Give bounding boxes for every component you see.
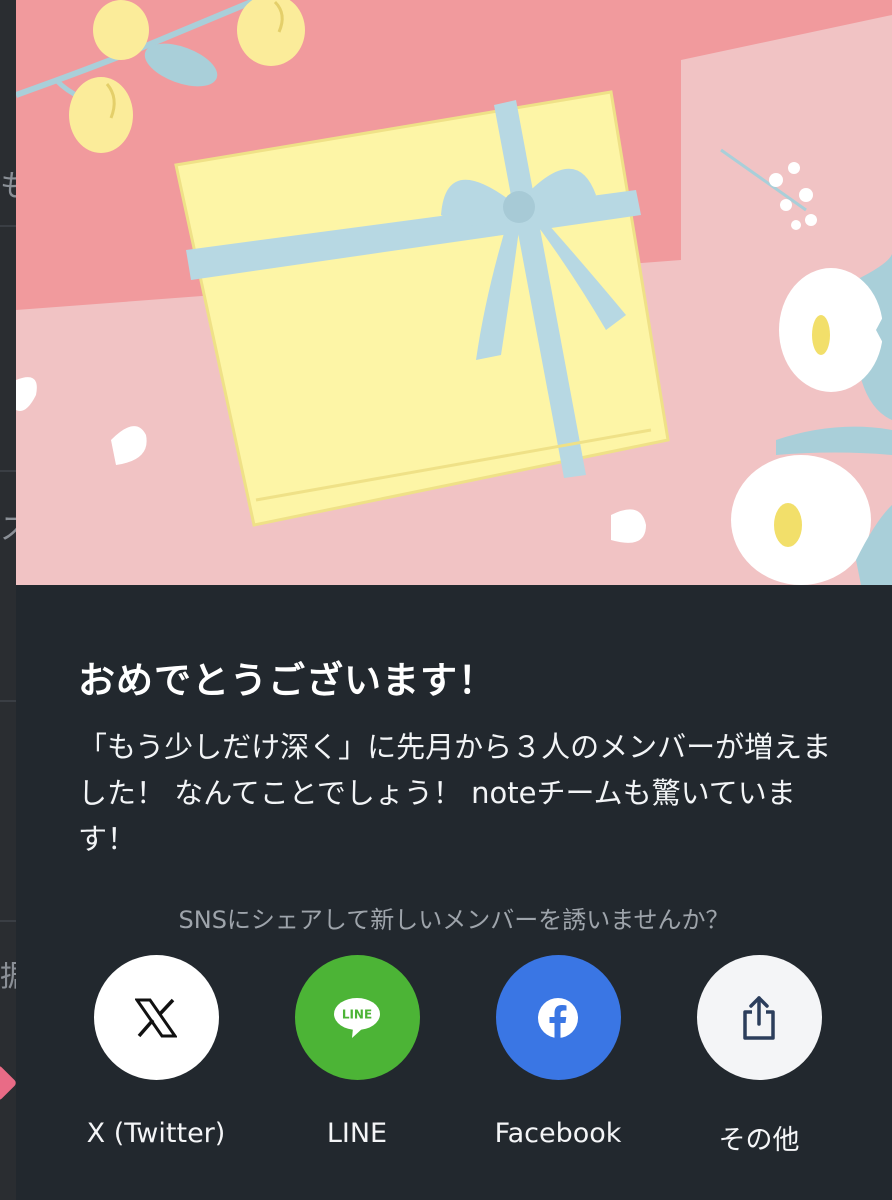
line-logo-icon: LINE <box>334 997 380 1038</box>
share-line-label: LINE <box>326 1118 388 1149</box>
divider <box>0 920 16 922</box>
divider <box>0 225 16 227</box>
background-text: ス <box>0 515 16 545</box>
share-other-item: その他 <box>659 955 859 1157</box>
x-logo-icon <box>135 998 177 1037</box>
share-facebook-item: Facebook <box>458 955 658 1149</box>
share-facebook-button[interactable] <box>495 955 621 1080</box>
facebook-logo-icon <box>538 997 578 1038</box>
share-x-button[interactable] <box>93 955 219 1080</box>
share-x-label: X (Twitter) <box>86 1118 226 1149</box>
background-text: 据 <box>0 962 16 992</box>
congratulations-modal: おめでとうございます！ 「もう少しだけ深く」に先月から３人のメンバーが増えました… <box>16 0 892 1200</box>
heart-icon <box>0 1064 18 1102</box>
background-text: （ <box>0 730 16 760</box>
background-page: も ス （ 据 <box>0 0 18 1200</box>
background-text: も <box>0 172 16 202</box>
gift-illustration <box>16 0 892 585</box>
share-prompt: SNSにシェアして新しいメンバーを誘いませんか？ <box>178 906 730 934</box>
share-line-item: LINE LINE <box>257 955 457 1149</box>
divider <box>0 700 16 702</box>
divider <box>0 470 16 472</box>
share-x-item: X (Twitter) <box>56 955 256 1149</box>
modal-message: 「もう少しだけ深く」に先月から３人のメンバーが増えました！ なんてことでしょう！… <box>78 730 832 856</box>
share-other-button[interactable] <box>696 955 822 1080</box>
share-other-label: その他 <box>718 1125 800 1156</box>
share-line-button[interactable]: LINE <box>294 955 420 1080</box>
share-icon <box>743 995 775 1040</box>
share-facebook-label: Facebook <box>494 1118 622 1149</box>
modal-title: おめでとうございます！ <box>78 659 496 702</box>
line-logo-text: LINE <box>342 1007 372 1021</box>
